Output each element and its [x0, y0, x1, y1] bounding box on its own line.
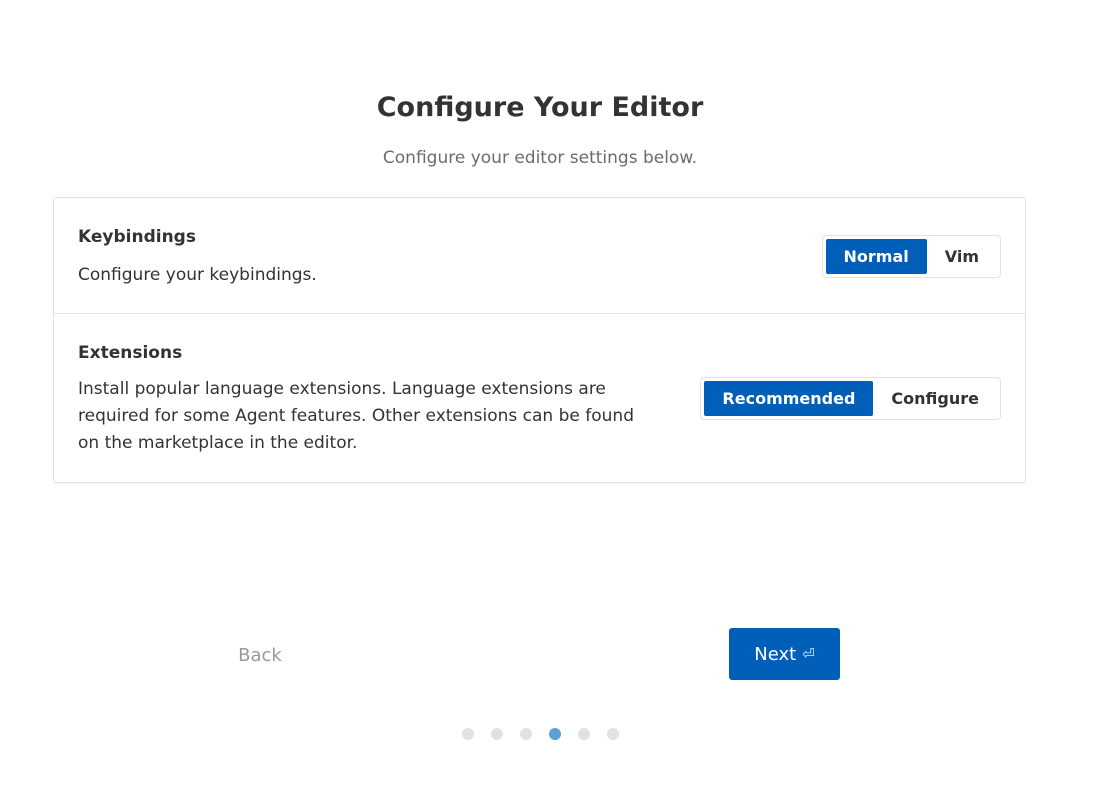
page-title: Configure Your Editor: [376, 92, 704, 123]
keybindings-description: Configure your keybindings.: [78, 265, 317, 285]
back-button[interactable]: Back: [222, 629, 298, 681]
keybindings-row: Keybindings Configure your keybindings. …: [54, 198, 1025, 314]
extensions-configure-button[interactable]: Configure: [873, 381, 997, 416]
onboarding-page: Configure Your Editor Configure your edi…: [0, 0, 1102, 812]
step-dot[interactable]: [491, 728, 503, 740]
page-subtitle: Configure your editor settings below.: [382, 148, 698, 168]
keybindings-title: Keybindings: [78, 227, 196, 247]
extensions-recommended-button[interactable]: Recommended: [704, 381, 874, 416]
step-dot[interactable]: [607, 728, 619, 740]
extensions-description: Install popular language extensions. Lan…: [78, 379, 634, 453]
extensions-row: Extensions Install popular language exte…: [54, 314, 1025, 484]
enter-key-icon: ⏎: [802, 645, 815, 663]
next-button[interactable]: Next ⏎: [729, 628, 840, 680]
settings-card: Keybindings Configure your keybindings. …: [53, 197, 1026, 483]
step-dot[interactable]: [578, 728, 590, 740]
next-button-label: Next: [754, 643, 797, 665]
keybindings-toggle: Normal Vim: [821, 235, 1001, 278]
step-dot-active[interactable]: [549, 728, 561, 740]
keybindings-vim-button[interactable]: Vim: [927, 239, 997, 274]
extensions-toggle: Recommended Configure: [700, 377, 1001, 420]
step-dot[interactable]: [520, 728, 532, 740]
extensions-title: Extensions: [78, 343, 183, 363]
keybindings-normal-button[interactable]: Normal: [825, 239, 927, 274]
step-indicator: [462, 728, 619, 740]
step-dot[interactable]: [462, 728, 474, 740]
